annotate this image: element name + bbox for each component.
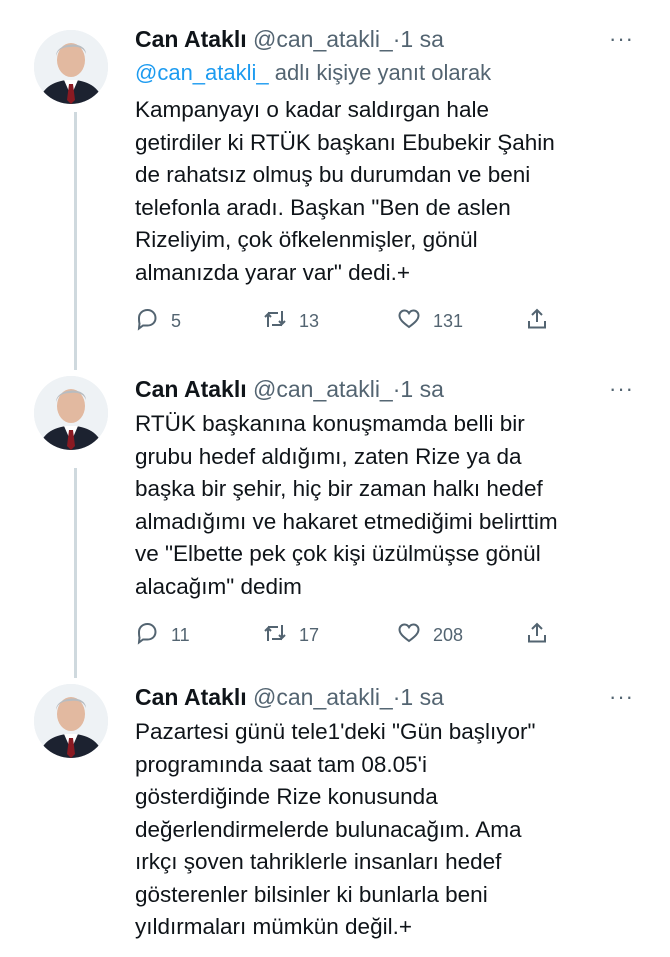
heart-icon: [397, 307, 421, 336]
tweet-header: Can Ataklı @can_atakli_·1 sa ···: [135, 22, 640, 56]
retweet-icon: [263, 621, 287, 650]
like-button[interactable]: 208: [397, 618, 463, 652]
timestamp[interactable]: 1 sa: [400, 26, 443, 52]
author-handle[interactable]: @can_atakli_: [253, 376, 393, 402]
reply-context: @can_atakli_ adlı kişiye yanıt olarak: [135, 56, 640, 90]
avatar[interactable]: [34, 30, 108, 104]
share-button[interactable]: [525, 618, 549, 652]
like-button[interactable]: 131: [397, 304, 463, 338]
share-icon: [525, 307, 549, 336]
heart-icon: [397, 621, 421, 650]
retweet-icon: [263, 307, 287, 336]
avatar[interactable]: [34, 684, 108, 758]
more-options-icon[interactable]: ···: [609, 372, 634, 406]
more-options-icon[interactable]: ···: [609, 22, 634, 56]
retweet-count: 17: [299, 624, 320, 645]
tweet[interactable]: Can Ataklı @can_atakli_·1 sa ··· @can_at…: [0, 22, 670, 352]
timestamp[interactable]: 1 sa: [400, 376, 443, 402]
tweet[interactable]: Can Ataklı @can_atakli_·1 sa ··· Pazarte…: [0, 680, 670, 957]
like-count: 208: [433, 624, 464, 645]
tweet[interactable]: Can Ataklı @can_atakli_·1 sa ··· RTÜK ba…: [0, 372, 670, 662]
reply-context-label: adlı kişiye yanıt olarak: [268, 60, 492, 85]
reply-count: 11: [171, 624, 190, 645]
tweet-header: Can Ataklı @can_atakli_·1 sa ···: [135, 372, 640, 406]
tweet-actions: 11 17 208: [135, 618, 640, 652]
tweet-text: Kampanyayı o kadar saldırgan hale getird…: [135, 97, 555, 285]
share-icon: [525, 621, 549, 650]
retweet-button[interactable]: 13: [263, 304, 319, 338]
author-name[interactable]: Can Ataklı: [135, 684, 247, 710]
avatar[interactable]: [34, 376, 108, 450]
tweet-text: RTÜK başkanına konuşmamda belli bir grub…: [135, 411, 558, 599]
reply-button[interactable]: 11: [135, 618, 190, 652]
timestamp[interactable]: 1 sa: [400, 684, 443, 710]
retweet-button[interactable]: 17: [263, 618, 319, 652]
reply-icon: [135, 621, 159, 650]
author-handle[interactable]: @can_atakli_: [253, 684, 393, 710]
author-name[interactable]: Can Ataklı: [135, 26, 247, 52]
reply-button[interactable]: 5: [135, 304, 181, 338]
reply-mention-link[interactable]: @can_atakli_: [135, 60, 269, 85]
share-button[interactable]: [525, 304, 549, 338]
retweet-count: 13: [299, 310, 320, 331]
tweet-header: Can Ataklı @can_atakli_·1 sa ···: [135, 680, 640, 714]
reply-count: 5: [171, 310, 182, 331]
more-options-icon[interactable]: ···: [609, 680, 634, 714]
tweet-text: Pazartesi günü tele1'deki "Gün başlıyor"…: [135, 719, 536, 939]
author-name[interactable]: Can Ataklı: [135, 376, 247, 402]
author-handle[interactable]: @can_atakli_: [253, 26, 393, 52]
tweet-actions: 5 13 131: [135, 304, 640, 338]
like-count: 131: [433, 310, 464, 331]
reply-icon: [135, 307, 159, 336]
